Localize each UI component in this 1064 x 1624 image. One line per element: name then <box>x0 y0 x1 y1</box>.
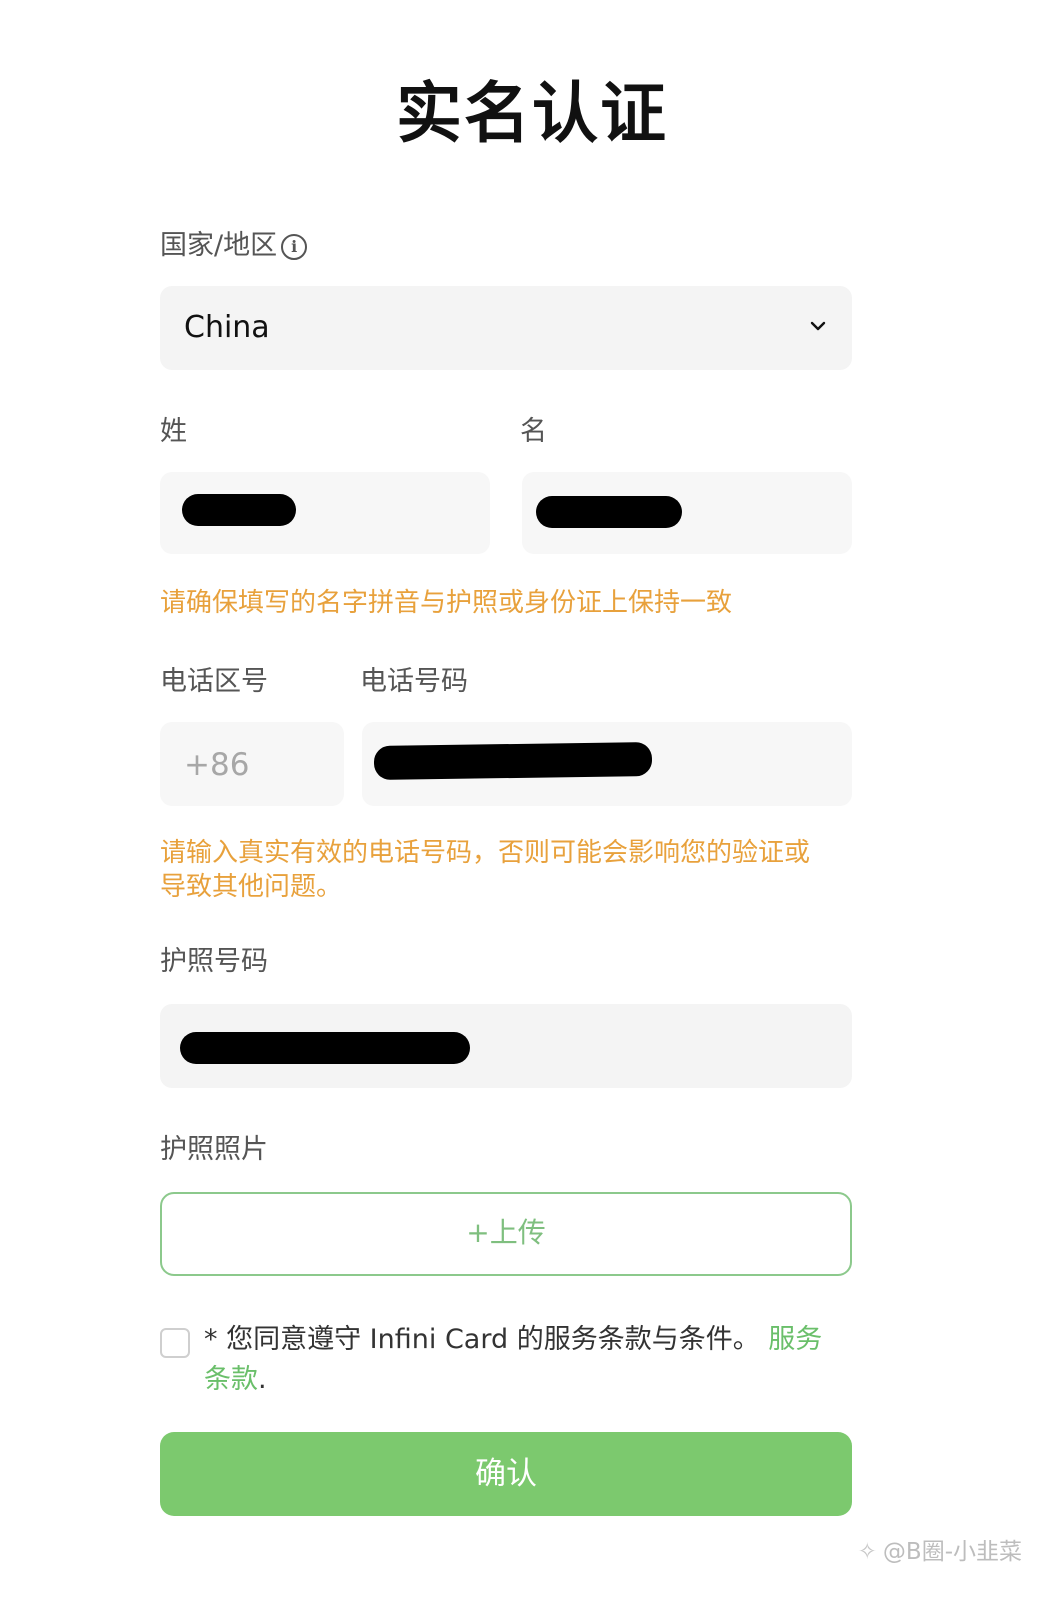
country-label: 国家/地区 i <box>160 230 308 262</box>
redaction-mark <box>536 496 682 528</box>
watermark: ✧ @B圈-小韭菜 <box>858 1532 1022 1566</box>
terms-text: * 您同意遵守 Infini Card 的服务条款与条件。 服务条款. <box>204 1320 844 1400</box>
confirm-button[interactable]: 确认 <box>160 1432 852 1516</box>
phone-number-label: 电话号码 <box>360 666 468 697</box>
watermark-logo-icon: ✧ <box>857 1539 877 1565</box>
page-title: 实名认证 <box>396 75 668 152</box>
upload-button[interactable]: +上传 <box>160 1192 852 1276</box>
surname-label: 姓 <box>160 416 187 447</box>
passport-photo-label: 护照照片 <box>160 1134 268 1165</box>
redaction-mark <box>182 494 296 526</box>
passport-number-input[interactable] <box>160 1004 852 1088</box>
redaction-mark <box>180 1032 470 1064</box>
phone-notice: 请输入真实有效的电话号码，否则可能会影响您的验证或 导致其他问题。 <box>160 836 860 904</box>
terms-statement: * 您同意遵守 Infini Card 的服务条款与条件。 <box>204 1324 760 1355</box>
terms-checkbox[interactable] <box>160 1328 190 1358</box>
phone-notice-line2: 导致其他问题。 <box>160 872 343 902</box>
info-icon[interactable]: i <box>281 234 308 260</box>
name-notice: 请确保填写的名字拼音与护照或身份证上保持一致 <box>160 588 733 618</box>
country-label-text: 国家/地区 <box>160 230 278 261</box>
chevron-down-icon <box>810 321 826 331</box>
given-name-label: 名 <box>520 416 547 447</box>
surname-input[interactable] <box>160 472 490 554</box>
phone-code-label: 电话区号 <box>160 666 268 697</box>
phone-code-value: +86 <box>184 747 250 783</box>
passport-number-label: 护照号码 <box>160 946 268 977</box>
phone-code-input[interactable]: +86 <box>160 722 344 806</box>
given-name-input[interactable] <box>522 472 852 554</box>
phone-number-input[interactable] <box>362 722 852 806</box>
redaction-mark <box>373 742 653 780</box>
terms-suffix: . <box>258 1364 267 1395</box>
country-select[interactable]: China <box>160 286 852 370</box>
watermark-text: @B圈-小韭菜 <box>882 1539 1022 1565</box>
phone-notice-line1: 请输入真实有效的电话号码，否则可能会影响您的验证或 <box>160 838 811 868</box>
country-select-value: China <box>184 310 270 345</box>
